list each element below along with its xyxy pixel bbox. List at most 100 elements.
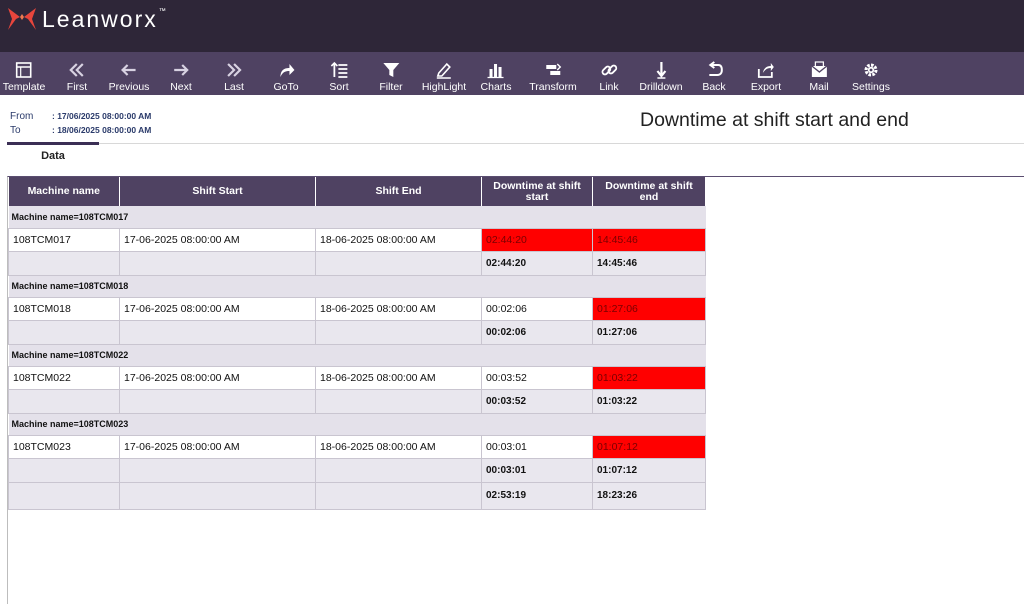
leanworx-logo: Leanworx ™ [6,6,166,32]
first-button[interactable]: First [67,52,87,95]
sort-label: Sort [329,81,349,93]
table-row[interactable]: 108TCM023 17-06-2025 08:00:00 AM 18-06-2… [8,434,706,459]
cell-downtime-end: 14:45:46 [592,227,706,252]
mail-button[interactable]: Mail [809,52,829,95]
drilldown-label: Drilldown [639,81,683,93]
cell-subtotal-downtime-start: 02:44:20 [481,250,593,276]
cell-subtotal-downtime-end: 14:45:46 [592,250,706,276]
to-value: : 18/06/2025 08:00:00 AM [52,125,152,135]
cell-shift-start: 17-06-2025 08:00:00 AM [119,296,316,321]
last-button[interactable]: Last [224,52,244,95]
previous-label: Previous [108,81,150,93]
filter-icon [383,63,399,77]
first-label: First [66,81,88,93]
cell-empty [315,388,482,414]
trademark-symbol: ™ [158,8,166,15]
cell-subtotal-downtime-start: 00:03:52 [481,388,593,414]
cell-subtotal-downtime-end: 01:03:22 [592,388,706,414]
cell-downtime-start: 00:03:52 [481,365,593,390]
table-row[interactable]: 108TCM018 17-06-2025 08:00:00 AM 18-06-2… [8,296,706,321]
goto-label: GoTo [273,81,299,93]
from-value: : 17/06/2025 08:00:00 AM [52,111,152,121]
cell-empty [119,250,316,276]
subtotal-row: 00:02:06 01:27:06 [8,319,706,345]
goto-icon [279,64,294,77]
template-button[interactable]: Template [2,52,46,95]
link-icon [601,64,617,76]
gear-icon [864,63,878,77]
double-arrow-left-icon [69,63,84,77]
cell-empty [315,481,482,510]
cell-empty [119,481,316,510]
template-label: Template [2,81,46,93]
highlight-icon [436,62,452,79]
cell-subtotal-downtime-end: 01:27:06 [592,319,706,345]
goto-button[interactable]: GoTo [273,52,299,95]
grand-total-row: 02:53:19 18:23:26 [8,481,706,510]
cell-total-downtime-end: 18:23:26 [592,481,706,510]
previous-button[interactable]: Previous [108,52,150,95]
col-header-shift-start[interactable]: Shift Start [119,177,316,206]
report-toolbar: Template First Previous Next Last GoTo S… [0,52,1024,95]
charts-button[interactable]: Charts [480,52,512,95]
filter-button[interactable]: Filter [379,52,403,95]
arrow-right-icon [174,64,189,76]
logo-mark-icon [8,8,36,30]
col-header-downtime-end[interactable]: Downtime at shift end [592,177,706,206]
tab-data[interactable]: Data [7,142,99,168]
cell-empty [315,457,482,483]
filter-label: Filter [379,81,403,93]
cell-subtotal-downtime-start: 00:02:06 [481,319,593,345]
export-button[interactable]: Export [751,52,781,95]
cell-empty [119,319,316,345]
link-label: Link [599,81,619,93]
group-header-row: Machine name=108TCM022 [8,344,706,366]
cell-empty [8,457,120,483]
last-label: Last [224,81,244,93]
next-button[interactable]: Next [170,52,192,95]
cell-downtime-end: 01:03:22 [592,365,706,390]
cell-shift-start: 17-06-2025 08:00:00 AM [119,434,316,459]
subtotal-row: 02:44:20 14:45:46 [8,250,706,276]
group-header: Machine name=108TCM017 [8,206,706,228]
cell-empty [8,481,120,510]
cell-empty [315,319,482,345]
cell-total-downtime-start: 02:53:19 [481,481,593,510]
subtotal-row: 00:03:01 01:07:12 [8,457,706,483]
col-header-shift-end[interactable]: Shift End [315,177,482,206]
tab-data-label: Data [41,150,65,162]
group-header-row: Machine name=108TCM017 [8,206,706,228]
group-header: Machine name=108TCM018 [8,275,706,297]
highlight-button[interactable]: HighLight [422,52,466,95]
export-icon [758,63,774,78]
col-header-downtime-start[interactable]: Downtime at shift start [481,177,593,206]
cell-subtotal-downtime-start: 00:03:01 [481,457,593,483]
arrow-left-icon [121,64,136,76]
highlight-label: HighLight [421,81,467,93]
cell-empty [315,250,482,276]
settings-label: Settings [852,81,890,93]
charts-label: Charts [480,81,512,93]
cell-subtotal-downtime-end: 01:07:12 [592,457,706,483]
table-row[interactable]: 108TCM017 17-06-2025 08:00:00 AM 18-06-2… [8,227,706,252]
drilldown-button[interactable]: Drilldown [639,52,683,95]
col-header-machine-name[interactable]: Machine name [8,177,120,206]
bar-chart-icon [488,64,504,79]
cell-machine: 108TCM017 [8,227,120,252]
back-label: Back [702,81,726,93]
cell-machine: 108TCM018 [8,296,120,321]
transform-label: Transform [529,81,577,93]
cell-downtime-end: 01:07:12 [592,434,706,459]
back-button[interactable]: Back [702,52,726,95]
cell-shift-end: 18-06-2025 08:00:00 AM [315,227,482,252]
back-icon [708,61,723,76]
table-row[interactable]: 108TCM022 17-06-2025 08:00:00 AM 18-06-2… [8,365,706,390]
group-header-row: Machine name=108TCM023 [8,413,706,435]
link-button[interactable]: Link [599,52,619,95]
transform-icon [545,63,561,75]
transform-button[interactable]: Transform [529,52,577,95]
sort-button[interactable]: Sort [329,52,349,95]
cell-downtime-start: 00:03:01 [481,434,593,459]
settings-button[interactable]: Settings [852,52,890,95]
cell-empty [8,388,120,414]
